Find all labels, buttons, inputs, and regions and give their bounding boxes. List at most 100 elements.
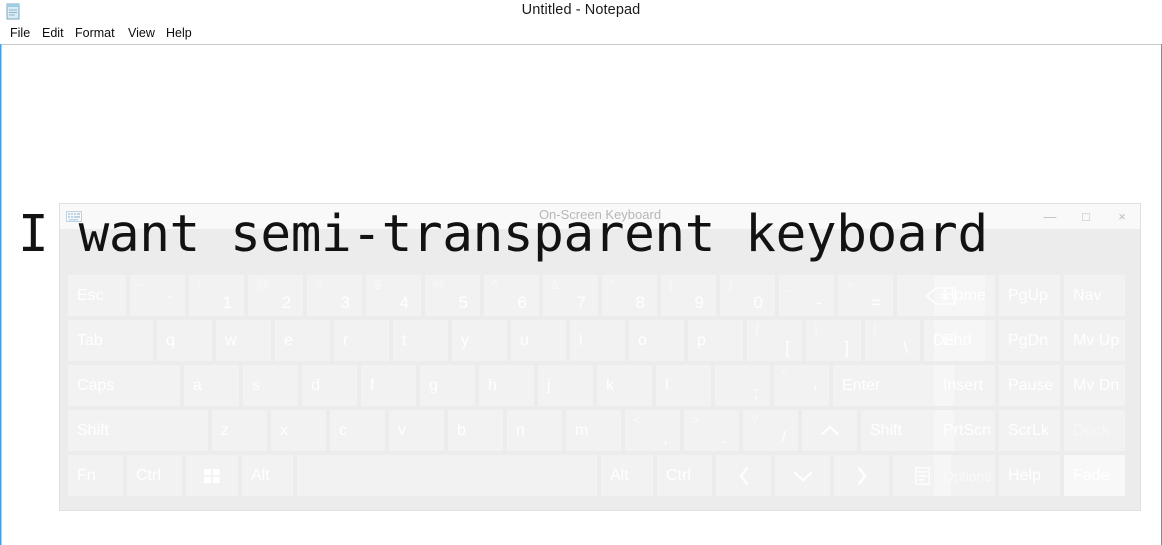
osk-close-button[interactable]: × (1104, 204, 1140, 229)
key-digit-1[interactable]: ! 1 (189, 275, 244, 316)
key-alt-right[interactable]: Alt (601, 455, 653, 496)
key-shift-left[interactable]: Shift (68, 410, 208, 451)
key-windows[interactable] (186, 455, 238, 496)
key-quote-shift-label: " (782, 367, 787, 382)
window-border-left-inner (1, 44, 2, 545)
key-scrlk[interactable]: ScrLk (999, 410, 1060, 451)
key-comma[interactable]: <, (625, 410, 680, 451)
key-home[interactable]: Home (934, 275, 995, 316)
key-key-b[interactable]: b (448, 410, 503, 451)
key-key-x[interactable]: x (271, 410, 326, 451)
key-key-m-label: m (575, 421, 589, 439)
key-digit-0[interactable]: ) 0 (720, 275, 775, 316)
key-period[interactable]: >. (684, 410, 739, 451)
key-digit-6[interactable]: ^ 6 (484, 275, 539, 316)
key-key-v[interactable]: v (389, 410, 444, 451)
key-ctrl-left[interactable]: Ctrl (127, 455, 182, 496)
key-slash[interactable]: ? / (743, 410, 798, 451)
key-key-a[interactable]: a (184, 365, 239, 406)
key-nav[interactable]: Nav (1064, 275, 1125, 316)
osk-minimize-button[interactable]: — (1032, 204, 1068, 229)
key-minus[interactable]: _ - (779, 275, 834, 316)
key-key-i[interactable]: i (570, 320, 625, 361)
key-key-h[interactable]: h (479, 365, 534, 406)
key-move-down[interactable]: Mv Dn (1064, 365, 1125, 406)
key-key-q[interactable]: q (157, 320, 212, 361)
key-pgdn[interactable]: PgDn (999, 320, 1060, 361)
key-key-l-label: l (665, 376, 669, 394)
key-key-q-label: q (166, 331, 175, 349)
key-key-f[interactable]: f (361, 365, 416, 406)
key-prtscn[interactable]: PrtScn (934, 410, 995, 451)
menu-view[interactable]: View (123, 24, 160, 43)
key-esc[interactable]: Esc (68, 275, 126, 316)
key-pgup[interactable]: PgUp (999, 275, 1060, 316)
key-move-up[interactable]: Mv Up (1064, 320, 1125, 361)
key-key-w[interactable]: w (216, 320, 271, 361)
key-help[interactable]: Help (999, 455, 1060, 496)
key-key-y[interactable]: y (452, 320, 507, 361)
key-bracket-left-shift-label: { (755, 322, 760, 337)
key-digit-5[interactable]: % 5 (425, 275, 480, 316)
key-arrow-right[interactable] (834, 455, 889, 496)
key-key-d[interactable]: d (302, 365, 357, 406)
notepad-menubar[interactable]: File Edit Format View Help (0, 24, 1162, 43)
key-quote[interactable]: " ' (774, 365, 829, 406)
key-key-c[interactable]: c (330, 410, 385, 451)
key-key-l[interactable]: l (656, 365, 711, 406)
menu-edit[interactable]: Edit (37, 24, 69, 43)
key-tab[interactable]: Tab (68, 320, 153, 361)
key-capslock-label: Caps (77, 376, 115, 394)
key-ctrl-right[interactable]: Ctrl (657, 455, 712, 496)
key-key-o[interactable]: o (629, 320, 684, 361)
key-key-s[interactable]: s (243, 365, 298, 406)
key-digit-9[interactable]: (9 (661, 275, 716, 316)
osk-maximize-button[interactable]: □ (1068, 204, 1104, 229)
key-key-z[interactable]: z (212, 410, 267, 451)
key-arrow-down[interactable] (775, 455, 830, 496)
key-key-k[interactable]: k (597, 365, 652, 406)
key-backslash[interactable]: | \ (865, 320, 920, 361)
key-key-r[interactable]: r (334, 320, 389, 361)
key-digit-3[interactable]: #3 (307, 275, 362, 316)
key-capslock[interactable]: Caps (68, 365, 180, 406)
key-equal[interactable]: + = (838, 275, 893, 316)
key-digit-8[interactable]: * 8 (602, 275, 657, 316)
notepad-title: Untitled - Notepad (521, 2, 641, 18)
key-key-n[interactable]: n (507, 410, 562, 451)
key-digit-4[interactable]: $4 (366, 275, 421, 316)
menu-help[interactable]: Help (161, 24, 197, 43)
key-key-u[interactable]: u (511, 320, 566, 361)
key-key-m[interactable]: m (566, 410, 621, 451)
key-semicolon[interactable]: :; (715, 365, 770, 406)
key-key-g[interactable]: g (420, 365, 475, 406)
key-fn[interactable]: Fn (68, 455, 123, 496)
key-backquote[interactable]: ~ ` (130, 275, 185, 316)
key-options[interactable]: Options (934, 455, 995, 496)
key-arrow-left[interactable] (716, 455, 771, 496)
key-digit-2[interactable]: @2 (248, 275, 303, 316)
key-key-j[interactable]: j (538, 365, 593, 406)
key-key-c-label: c (339, 421, 347, 439)
key-key-e[interactable]: e (275, 320, 330, 361)
arrow-right-icon (834, 465, 889, 487)
notepad-titlebar: Untitled - Notepad (0, 0, 1162, 23)
key-pause[interactable]: Pause (999, 365, 1060, 406)
key-key-t[interactable]: t (393, 320, 448, 361)
key-key-p[interactable]: p (688, 320, 743, 361)
windows-icon (186, 467, 238, 485)
key-alt-left[interactable]: Alt (242, 455, 293, 496)
key-digit-5-shift-label: % (433, 277, 445, 292)
key-esc-label: Esc (77, 286, 104, 304)
menu-format[interactable]: Format (70, 24, 120, 43)
menu-file[interactable]: File (5, 24, 35, 43)
key-bracket-left[interactable]: {[ (747, 320, 802, 361)
key-arrow-up[interactable] (802, 410, 857, 451)
key-digit-7[interactable]: & 7 (543, 275, 598, 316)
key-insert[interactable]: Insert (934, 365, 995, 406)
key-end[interactable]: End (934, 320, 995, 361)
key-space[interactable] (297, 455, 597, 496)
key-fade[interactable]: Fade (1064, 455, 1125, 496)
key-help-label: Help (1008, 466, 1041, 484)
key-bracket-right[interactable]: }] (806, 320, 861, 361)
